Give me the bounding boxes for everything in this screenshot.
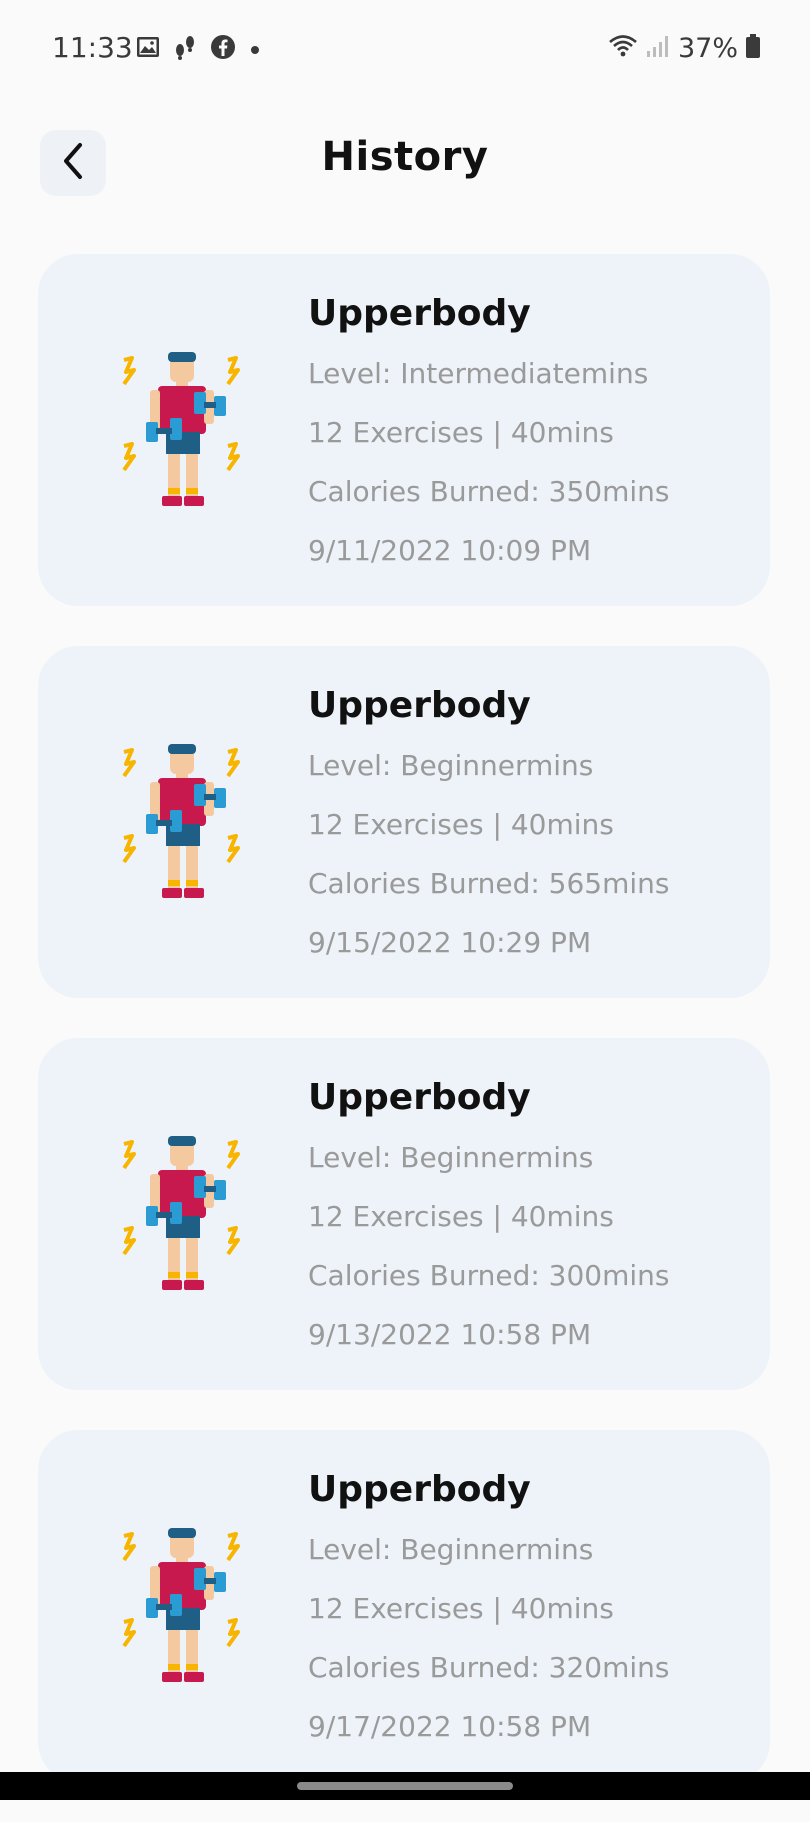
workout-date: 9/17/2022 10:58 PM — [308, 1710, 592, 1743]
workout-level: Level: Intermediatemins — [308, 357, 649, 390]
status-notification-icons — [136, 34, 260, 64]
workout-date: 9/13/2022 10:58 PM — [308, 1318, 592, 1351]
steps-icon — [174, 34, 196, 64]
history-card[interactable]: Upperbody Level: Beginnermins 12 Exercis… — [38, 1038, 770, 1390]
workout-title: Upperbody — [308, 1469, 531, 1510]
workout-title: Upperbody — [308, 293, 531, 334]
facebook-icon — [210, 34, 236, 64]
workout-title: Upperbody — [308, 685, 531, 726]
workout-illustration — [116, 1132, 246, 1302]
workout-calories: Calories Burned: 320mins — [308, 1651, 670, 1684]
status-right: 37% — [608, 30, 760, 66]
history-card[interactable]: Upperbody Level: Intermediatemins 12 Exe… — [38, 254, 770, 606]
workout-exercises: 12 Exercises | 40mins — [308, 416, 614, 449]
battery-percentage: 37% — [677, 32, 738, 64]
workout-date: 9/11/2022 10:09 PM — [308, 534, 592, 567]
home-gesture-bar[interactable] — [297, 1782, 513, 1790]
workout-exercises: 12 Exercises | 40mins — [308, 1200, 614, 1233]
workout-calories: Calories Burned: 300mins — [308, 1259, 670, 1292]
card-text: Upperbody Level: Beginnermins 12 Exercis… — [308, 1068, 748, 1364]
battery-icon — [746, 34, 760, 62]
workout-level: Level: Beginnermins — [308, 1533, 594, 1566]
workout-level: Level: Beginnermins — [308, 1141, 594, 1174]
history-card[interactable]: Upperbody Level: Beginnermins 12 Exercis… — [38, 646, 770, 998]
workout-level: Level: Beginnermins — [308, 749, 594, 782]
image-icon — [136, 36, 160, 62]
workout-calories: Calories Burned: 350mins — [308, 475, 670, 508]
workout-illustration — [116, 740, 246, 910]
header: History — [0, 120, 810, 200]
workout-exercises: 12 Exercises | 40mins — [308, 1592, 614, 1625]
card-text: Upperbody Level: Intermediatemins 12 Exe… — [308, 284, 748, 580]
status-bar: 11:33 37% — [0, 0, 810, 96]
card-text: Upperbody Level: Beginnermins 12 Exercis… — [308, 676, 748, 972]
workout-calories: Calories Burned: 565mins — [308, 867, 670, 900]
status-time: 11:33 — [52, 31, 133, 64]
dot-icon — [250, 40, 260, 59]
history-card[interactable]: Upperbody Level: Beginnermins 12 Exercis… — [38, 1430, 770, 1782]
card-text: Upperbody Level: Beginnermins 12 Exercis… — [308, 1460, 748, 1756]
workout-title: Upperbody — [308, 1077, 531, 1118]
system-nav-bar — [0, 1772, 810, 1800]
signal-icon — [646, 34, 670, 62]
workout-illustration — [116, 348, 246, 518]
page-title: History — [321, 134, 489, 180]
workout-illustration — [116, 1524, 246, 1694]
wifi-icon — [608, 34, 638, 62]
workout-exercises: 12 Exercises | 40mins — [308, 808, 614, 841]
history-list: Upperbody Level: Intermediatemins 12 Exe… — [38, 254, 770, 1822]
workout-date: 9/15/2022 10:29 PM — [308, 926, 592, 959]
